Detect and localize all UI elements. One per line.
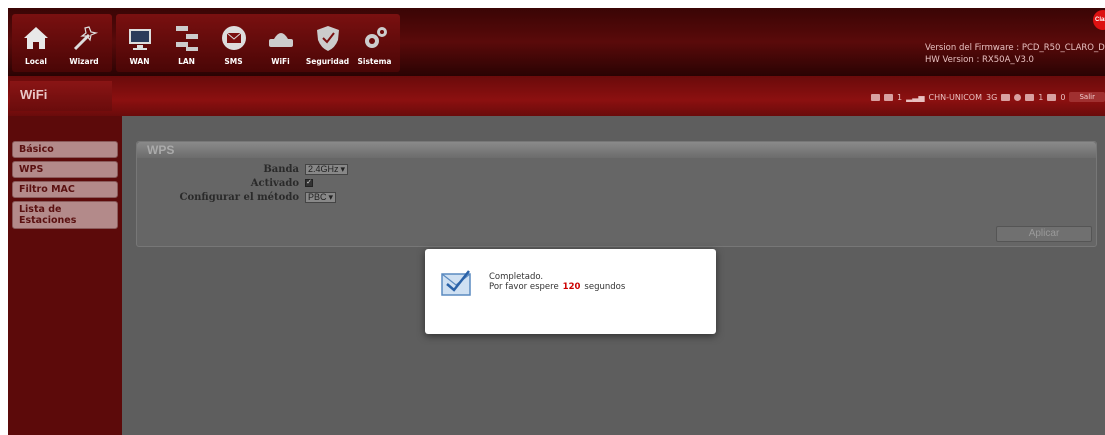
message-icon: [1047, 93, 1057, 101]
nav-group-settings: WAN LAN SMS WiFi Seguridad Sistema: [116, 14, 400, 72]
progress-dialog: Completado. Por favor espere 120 segundos: [425, 249, 716, 334]
envelope-icon: [221, 26, 246, 50]
chevron-down-icon: ▾: [340, 163, 346, 174]
sidebar-item-basico[interactable]: Básico: [12, 141, 118, 158]
nav-sms-label: SMS: [224, 57, 243, 66]
nav-local-button[interactable]: Local: [12, 14, 60, 72]
banda-label: Banda: [263, 163, 299, 175]
nav-sistema-button[interactable]: Sistema: [351, 14, 398, 72]
nav-seguridad-label: Seguridad: [305, 57, 350, 66]
nav-lan-button[interactable]: LAN: [163, 14, 210, 72]
sidebar-item-wps[interactable]: WPS: [12, 161, 118, 178]
firmware-version: Version del Firmware : PCD_R50_CLARO_DR_: [925, 43, 1105, 53]
chevron-down-icon: ▾: [328, 191, 334, 202]
home-icon: [24, 27, 48, 49]
nav-sms-button[interactable]: SMS: [210, 14, 257, 72]
shield-icon: [316, 26, 339, 51]
sidebar-item-lista-estaciones[interactable]: Lista de Estaciones: [12, 201, 118, 229]
roaming-icon: [1001, 93, 1011, 101]
signal-icon: ▂▃▅: [906, 92, 925, 102]
activado-label: Activado: [250, 177, 299, 189]
hw-version: HW Version : RX50A_V3.0: [925, 55, 1034, 65]
nav-wizard-button[interactable]: Wizard: [60, 14, 108, 72]
logout-button[interactable]: Salir: [1069, 92, 1105, 102]
page-title: WiFi: [10, 81, 112, 111]
metodo-select[interactable]: PBC ▾: [305, 191, 337, 203]
device-count: 1: [896, 92, 903, 102]
wifi-clients-count: 1: [1038, 92, 1044, 102]
wand-icon: [73, 26, 99, 51]
sim-icon: [883, 93, 893, 101]
router-icon: [268, 33, 293, 47]
nav-wifi-label: WiFi: [271, 57, 290, 66]
banda-row: Banda 2.4GHz ▾: [137, 163, 537, 175]
firmware-info: Version del Firmware : PCD_R50_CLARO_DR_…: [925, 42, 1105, 66]
brand-logo: Clar: [1093, 10, 1105, 30]
nav-local-label: Local: [24, 57, 47, 66]
device-icon: [870, 93, 880, 101]
dialog-wait-suffix: segundos: [584, 282, 626, 292]
sidebar: Básico WPS Filtro MAC Lista de Estacione…: [8, 116, 122, 435]
gears-icon: [364, 27, 387, 48]
dialog-message: Completado. Por favor espere 120 segundos: [489, 272, 625, 292]
nav-wizard-label: Wizard: [69, 57, 99, 66]
sidebar-item-filtro-mac[interactable]: Filtro MAC: [12, 181, 118, 198]
dialog-line1: Completado.: [489, 272, 544, 282]
nav-seguridad-button[interactable]: Seguridad: [304, 14, 351, 72]
nav-group-primary: Local Wizard: [12, 14, 112, 72]
nav-lan-label: LAN: [178, 57, 195, 66]
nav-sistema-label: Sistema: [357, 57, 392, 66]
activado-checkbox[interactable]: ✓: [305, 179, 313, 187]
nav-wifi-button[interactable]: WiFi: [257, 14, 304, 72]
metodo-label: Configurar el método: [179, 191, 299, 203]
connection-icon: [1014, 93, 1022, 101]
metodo-row: Configurar el método PBC ▾: [137, 191, 537, 203]
network-icon: [175, 26, 198, 51]
dialog-wait-prefix: Por favor espere: [489, 282, 559, 292]
metodo-value: PBC: [308, 191, 327, 202]
status-bar: WiFi 1 ▂▃▅ CHN-UNICOM 3G 1 0 Salir: [8, 76, 1105, 116]
message-count: 0: [1060, 92, 1066, 102]
wifi-clients-icon: [1025, 93, 1035, 101]
connection-status: 1 ▂▃▅ CHN-UNICOM 3G 1 0 Salir: [870, 90, 1105, 104]
banda-value: 2.4GHz: [308, 163, 339, 174]
top-nav-bar: Local Wizard WAN LAN SMS WiFi Seguridad …: [8, 8, 1105, 76]
activado-row: Activado ✓: [137, 177, 537, 189]
nav-wan-button[interactable]: WAN: [116, 14, 163, 72]
checkmark-envelope-icon: [441, 270, 471, 296]
globe-icon: [128, 29, 151, 50]
operator-name: CHN-UNICOM: [928, 92, 982, 102]
banda-select[interactable]: 2.4GHz ▾: [305, 163, 349, 175]
nav-wan-label: WAN: [129, 57, 150, 66]
router-admin-app: Local Wizard WAN LAN SMS WiFi Seguridad …: [8, 8, 1105, 435]
wps-panel: WPS Banda 2.4GHz ▾ Activado ✓ Configurar…: [136, 141, 1097, 247]
network-type: 3G: [986, 92, 998, 102]
panel-title: WPS: [137, 142, 1096, 158]
apply-button[interactable]: Aplicar: [996, 226, 1092, 242]
dialog-line2: Por favor espere 120 segundos: [489, 282, 625, 292]
countdown-value: 120: [562, 282, 581, 292]
